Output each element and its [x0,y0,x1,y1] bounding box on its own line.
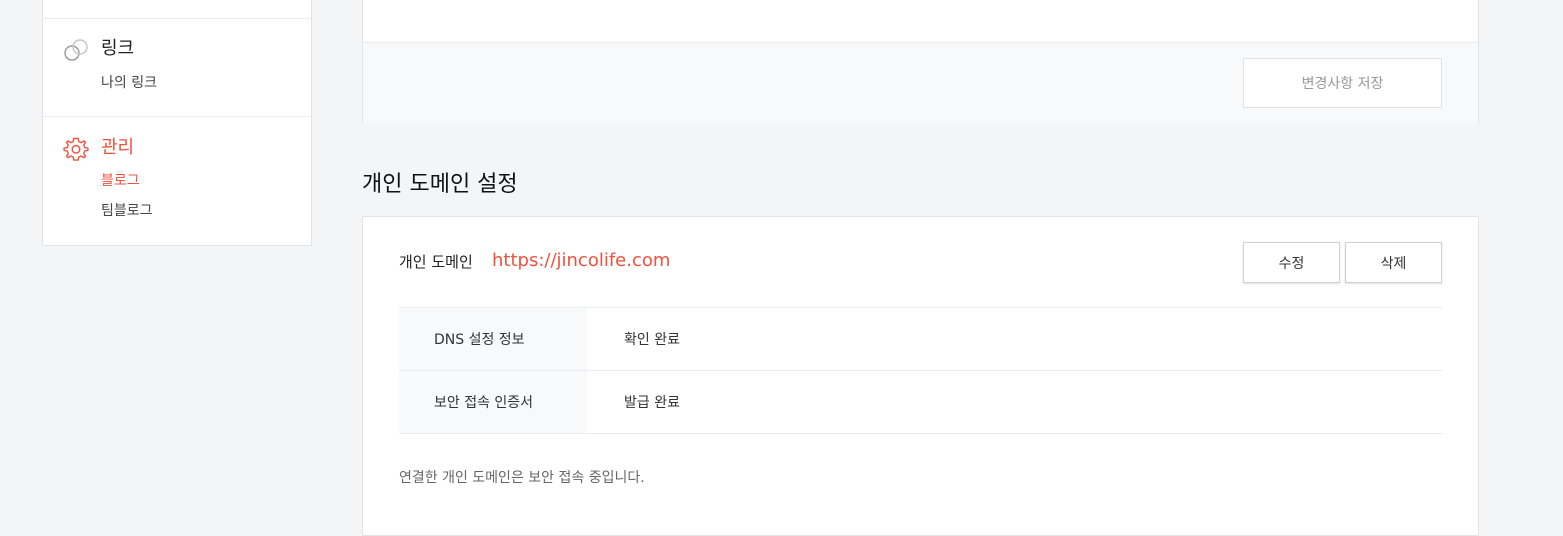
domain-info-table: DNS 설정 정보 확인 완료 보안 접속 인증서 발급 완료 [399,307,1443,434]
settings-card: 변경사항 저장 [362,0,1479,123]
sidebar-group-manage-title[interactable]: 관리 [101,136,134,160]
sidebar-item-blog[interactable]: 블로그 [101,171,140,191]
domain-link[interactable]: https://jincolife.com [492,248,670,274]
sidebar: 링크 나의 링크 관리 블로그 팀블로그 [42,0,312,246]
edit-domain-button[interactable]: 수정 [1243,242,1340,283]
sidebar-divider [43,116,311,117]
custom-domain-card: 개인 도메인 https://jincolife.com 수정 삭제 DNS 설… [362,216,1479,536]
sidebar-item-team-blog[interactable]: 팀블로그 [101,201,153,221]
domain-label: 개인 도메인 [399,253,473,271]
sidebar-item-my-links[interactable]: 나의 링크 [101,73,157,93]
section-title: 개인 도메인 설정 [362,172,518,197]
dns-info-key: DNS 설정 정보 [399,308,587,370]
table-row: 보안 접속 인증서 발급 완료 [399,371,1443,434]
save-changes-button[interactable]: 변경사항 저장 [1243,58,1442,108]
sidebar-group-link-title[interactable]: 링크 [101,37,134,61]
table-row: DNS 설정 정보 확인 완료 [399,308,1443,371]
dns-info-value: 확인 완료 [624,332,680,348]
link-icon [64,39,88,61]
ssl-cert-value: 발급 완료 [624,395,680,411]
ssl-cert-key: 보안 접속 인증서 [399,371,587,433]
sidebar-divider [43,18,311,19]
delete-domain-button[interactable]: 삭제 [1345,242,1442,283]
gear-icon [63,137,89,161]
settings-card-footer: 변경사항 저장 [363,42,1478,123]
secure-connection-note: 연결한 개인 도메인은 보안 접속 중입니다. [399,470,645,486]
